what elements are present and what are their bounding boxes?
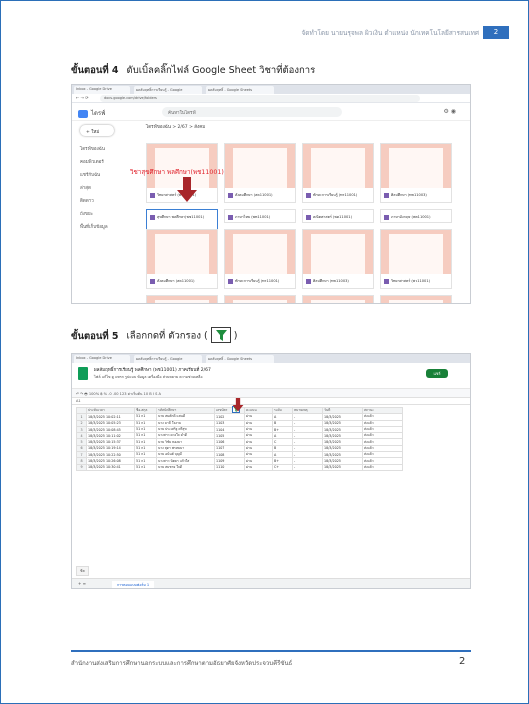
sidebar-item[interactable]: ล่าสุด — [72, 181, 140, 194]
page-header: จัดทำโดย นายนรุจพล ผิวเงิน ตำแหน่ง นักเท… — [71, 26, 519, 42]
sheet-tab[interactable]: การตอบแบบฟอร์ม 1 — [112, 581, 155, 588]
file-card[interactable] — [146, 295, 218, 303]
page-number: 2 — [459, 656, 466, 667]
file-card[interactable]: สังคมศึกษา (สค11001) — [146, 229, 218, 289]
file-card[interactable]: ภาษาอังกฤษ (พต11001) — [380, 209, 452, 223]
sheet-tab-bar: + ≡ การตอบแบบฟอร์ม 1 — [72, 578, 470, 588]
table-cell[interactable]: 18/3/2025 10:30:41 — [86, 463, 135, 471]
filter-icon — [210, 327, 231, 343]
header-page-tag: 2 — [483, 26, 509, 39]
annotation-label: วิชาสุขศึกษา พลศึกษา(พช11001) — [130, 169, 224, 176]
table-cell[interactable]: 51 ก1 — [134, 463, 157, 471]
table-cell[interactable]: - — [292, 463, 323, 471]
file-card[interactable]: ทักษะการเรียนรู้ (ทร11001) — [224, 229, 296, 289]
breadcrumb[interactable]: ไดรฟ์ของฉัน > 2/67 > สังคม — [144, 121, 464, 132]
down-arrow-icon — [232, 398, 244, 412]
document-page: จัดทำโดย นายนรุจพล ผิวเงิน ตำแหน่ง นักเท… — [0, 0, 529, 704]
table-row: 9 18/3/2025 10:30:41 51 ก1 นาย สมชาย ใจดี 11… — [76, 463, 403, 471]
settings-icon[interactable]: ⚙ ◉ — [443, 108, 456, 115]
step-4-label: ขั้นตอนที่ 4 — [71, 65, 119, 76]
table-cell[interactable]: 18/3/2025 — [322, 463, 363, 471]
table-cell[interactable]: C+ — [272, 463, 293, 471]
sheets-toolbar[interactable]: ↶ ↷ 🖶 100% ฿ % .0 .00 123 ค่าเริ่มต้น 10… — [72, 389, 470, 398]
sidebar-item[interactable]: ถังขยะ — [72, 207, 140, 220]
browser-tab-bar: Inbox - Google Drive ผลสัมฤทธิ์การเรียนร… — [72, 85, 470, 94]
file-card[interactable] — [380, 295, 452, 303]
sheets-topbar: ผลสัมฤทธิ์การเรียนรู้ พลศึกษา (พช11001) … — [72, 363, 470, 389]
sidebar-item[interactable]: ติดดาว — [72, 194, 140, 207]
table-cell[interactable]: ส่งแล้ว — [362, 463, 403, 471]
add-sheet-icon[interactable]: + ≡ — [78, 581, 86, 586]
table-cell[interactable]: 1110 — [214, 463, 245, 471]
browser-tab[interactable]: ผลสัมฤทธิ์การเรียนรู้ - Google — [134, 355, 202, 363]
down-arrow-icon — [177, 177, 197, 202]
browser-tab-bar: Inbox - Google Drive ผลสัมฤทธิ์การเรียนร… — [72, 354, 470, 363]
nav-arrows-icon[interactable]: ← → ⟳ — [76, 95, 89, 100]
step-4-text: ดับเบิ้ลคลิ๊กไฟล์ Google Sheet วิชาที่ต้… — [126, 65, 316, 76]
file-card[interactable]: ศิลปศึกษา (ทช11003) — [302, 229, 374, 289]
sheet-grid: ประทับเวลา ชื่อ-สกุล รหัสนักศึกษา เลขบัตร คะ… — [76, 406, 403, 471]
url-field[interactable]: docs.google.com/drive/folders — [100, 95, 420, 102]
browser-tab[interactable]: ผลสัมฤทธิ์ - Google Sheets — [206, 86, 274, 94]
browser-tab[interactable]: Inbox - Google Drive — [74, 86, 130, 94]
sheet-title[interactable]: ผลสัมฤทธิ์การเรียนรู้ พลศึกษา (พช11001) … — [94, 366, 211, 373]
header-text: จัดทำโดย นายนรุจพล ผิวเงิน ตำแหน่ง นักเท… — [301, 29, 479, 37]
drive-search-input[interactable]: ค้นหาในไดรฟ์ — [162, 107, 342, 117]
drive-topbar: ไดรฟ์ ค้นหาในไดรฟ์ ⚙ ◉ — [72, 103, 470, 121]
table-cell[interactable]: นาย สมชาย ใจดี — [156, 463, 215, 471]
file-card[interactable]: คณิตศาสตร์ (พค11001) — [302, 209, 374, 223]
footer-text: สำนักงานส่งเสริมการศึกษานอกระบบและการศึก… — [71, 660, 293, 667]
step-5-label: ขั้นตอนที่ 5 — [71, 330, 119, 342]
cell-reference[interactable]: A1 — [76, 399, 81, 403]
browser-tab[interactable]: ผลสัมฤทธิ์การเรียนรู้ - Google — [134, 86, 202, 94]
browser-tab[interactable]: ผลสัมฤทธิ์ - Google Sheets — [206, 355, 274, 363]
footer-rule — [71, 650, 471, 652]
sheets-screenshot: Inbox - Google Drive ผลสัมฤทธิ์การเรียนร… — [71, 353, 471, 589]
sheets-logo-icon — [78, 367, 88, 380]
step-4-heading: ขั้นตอนที่ 4 ดับเบิ้ลคลิ๊กไฟล์ Google She… — [71, 63, 315, 78]
drive-screenshot: Inbox - Google Drive ผลสัมฤทธิ์การเรียนร… — [71, 84, 471, 304]
file-card[interactable]: ภาษาไทย (พท11001) — [224, 209, 296, 223]
drive-logo-icon — [78, 109, 88, 118]
formula-bar: A1 — [72, 398, 470, 405]
file-card[interactable]: ทักษะการเรียนรู้ (ทร11001) — [302, 143, 374, 203]
sidebar-item[interactable]: พื้นที่เก็บข้อมูล — [72, 220, 140, 233]
file-card[interactable] — [302, 295, 374, 303]
table-cell[interactable]: ผ่าน — [244, 463, 273, 471]
browser-tab[interactable]: Inbox - Google Drive — [74, 355, 130, 363]
step-5-text: เลือกกดที่ ตัวกรอง ( — [126, 330, 208, 342]
step-5-text-end: ) — [233, 330, 238, 342]
drive-app-name: ไดรฟ์ — [91, 110, 106, 117]
sidebar-item[interactable]: ไดรฟ์ของฉัน — [72, 142, 140, 155]
menu-bar[interactable]: ไฟล์ แก้ไข ดู แทรก รูปแบบ ข้อมูล เครื่อง… — [94, 374, 203, 380]
drive-logo: ไดรฟ์ — [78, 108, 105, 118]
file-card[interactable] — [224, 295, 296, 303]
new-button[interactable]: + ใหม่ — [80, 125, 114, 136]
share-button[interactable]: แชร์ — [426, 369, 448, 378]
file-card[interactable]: วิทยาศาสตร์ (พว11001) — [380, 229, 452, 289]
step-5-heading: ขั้นตอนที่ 5 เลือกกดที่ ตัวกรอง () — [71, 327, 238, 344]
address-bar: ← → ⟳ docs.google.com/drive/folders — [72, 94, 470, 103]
drive-main: ไดรฟ์ของฉัน > 2/67 > สังคม วิทยาศาสตร์ (… — [144, 121, 464, 303]
file-card[interactable]: ศิลปศึกษา (ทช11003) — [380, 143, 452, 203]
sheets-label[interactable]: ชีต — [76, 566, 89, 576]
drive-sidebar: + ใหม่ ไดรฟ์ของฉัน คอมพิวเตอร์ แชร์กับฉั… — [72, 121, 140, 303]
file-card[interactable]: สังคมศึกษา (สค11001) — [224, 143, 296, 203]
row-number[interactable]: 9 — [76, 463, 87, 471]
